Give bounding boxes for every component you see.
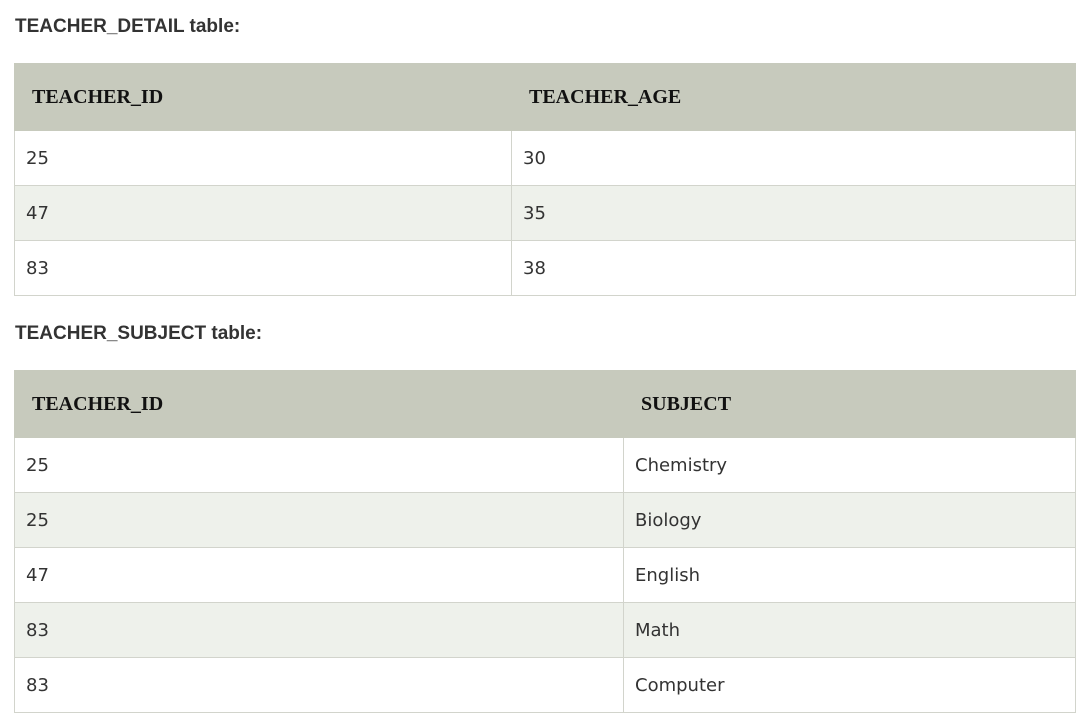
cell-teacher-id: 83 <box>14 657 624 713</box>
cell-subject: Math <box>623 602 1076 658</box>
teacher-detail-table: TEACHER_ID TEACHER_AGE 25 30 47 35 83 38 <box>14 63 1076 296</box>
table-header-row: TEACHER_ID SUBJECT <box>14 370 1076 438</box>
table-row: 25 Biology <box>14 492 1076 548</box>
cell-teacher-id: 47 <box>14 185 512 241</box>
table-row: 83 Computer <box>14 657 1076 713</box>
teacher-subject-table: TEACHER_ID SUBJECT 25 Chemistry 25 Biolo… <box>14 370 1076 713</box>
cell-teacher-age: 30 <box>511 130 1076 186</box>
column-header-teacher-id: TEACHER_ID <box>14 63 512 131</box>
cell-teacher-id: 83 <box>14 240 512 296</box>
cell-subject: Computer <box>623 657 1076 713</box>
cell-subject: Biology <box>623 492 1076 548</box>
cell-subject: English <box>623 547 1076 603</box>
column-header-teacher-age: TEACHER_AGE <box>511 63 1076 131</box>
table-row: 25 Chemistry <box>14 437 1076 493</box>
cell-teacher-age: 38 <box>511 240 1076 296</box>
table-row: 47 35 <box>14 185 1076 241</box>
table-row: 83 Math <box>14 602 1076 658</box>
cell-teacher-id: 47 <box>14 547 624 603</box>
table-row: 47 English <box>14 547 1076 603</box>
cell-subject: Chemistry <box>623 437 1076 493</box>
cell-teacher-id: 25 <box>14 492 624 548</box>
column-header-subject: SUBJECT <box>623 370 1076 438</box>
cell-teacher-id: 83 <box>14 602 624 658</box>
column-header-teacher-id: TEACHER_ID <box>14 370 624 438</box>
cell-teacher-id: 25 <box>14 130 512 186</box>
teacher-subject-caption: TEACHER_SUBJECT table: <box>15 323 263 344</box>
cell-teacher-id: 25 <box>14 437 624 493</box>
table-header-row: TEACHER_ID TEACHER_AGE <box>14 63 1076 131</box>
table-row: 83 38 <box>14 240 1076 296</box>
cell-teacher-age: 35 <box>511 185 1076 241</box>
teacher-detail-caption: TEACHER_DETAIL table: <box>15 16 241 37</box>
table-row: 25 30 <box>14 130 1076 186</box>
